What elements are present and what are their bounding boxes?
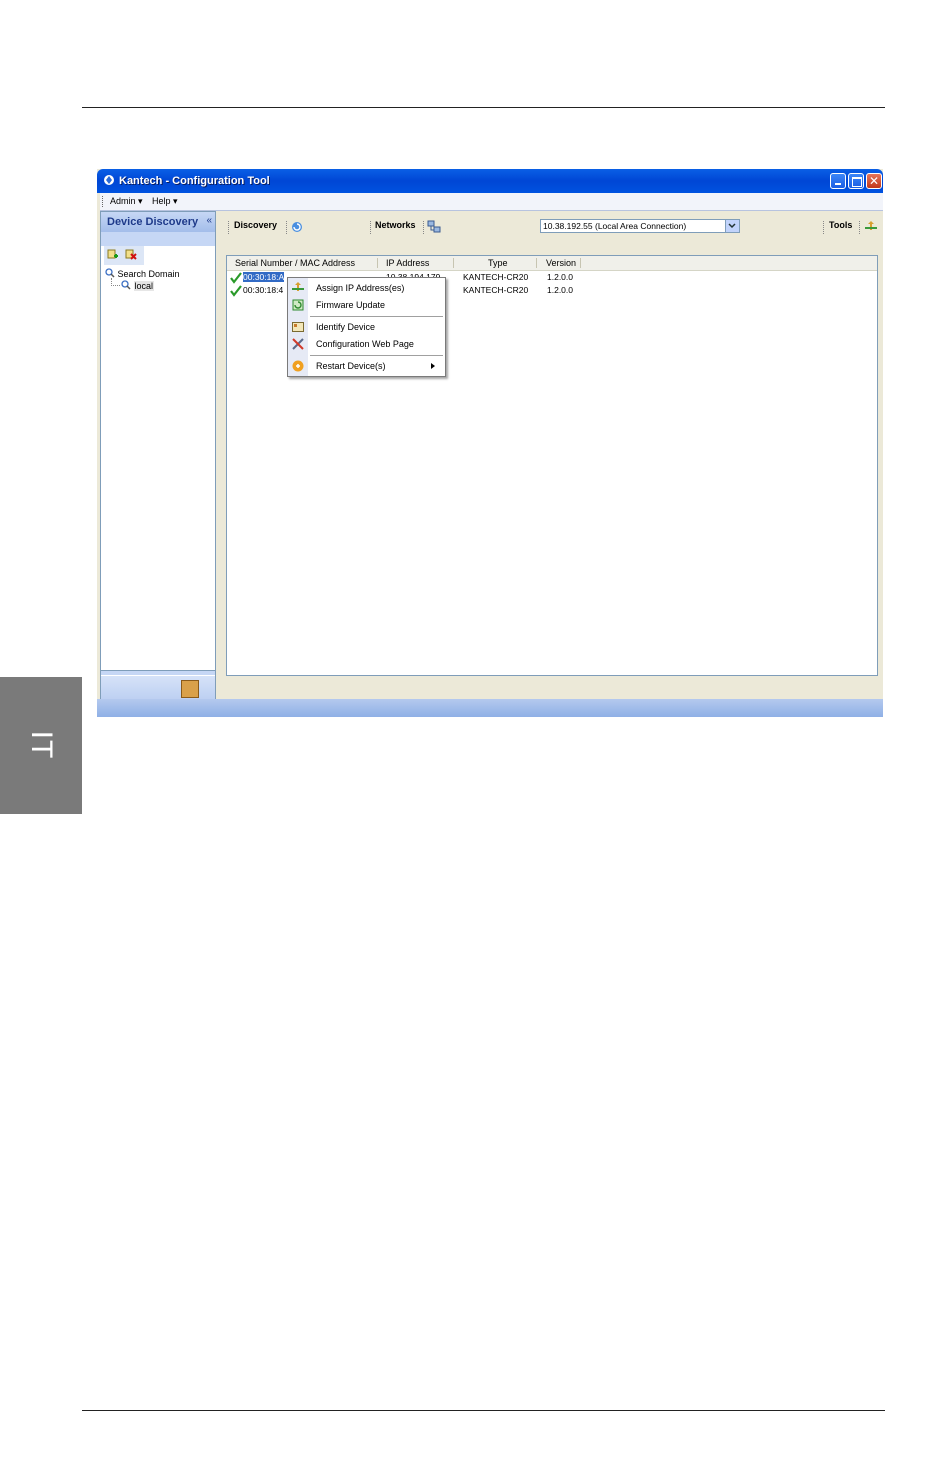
- restart-icon: [292, 360, 304, 372]
- context-item-configuration-web-page[interactable]: Configuration Web Page: [316, 339, 414, 349]
- cell-version: 1.2.0.0: [547, 272, 573, 282]
- network-select[interactable]: 10.38.192.55 (Local Area Connection): [540, 219, 740, 233]
- pane-toolbar: [104, 246, 144, 265]
- check-icon: [230, 272, 242, 284]
- assign-ip-icon: [292, 282, 304, 291]
- collapse-pane-icon[interactable]: «: [206, 215, 212, 226]
- minimize-button[interactable]: [830, 173, 846, 189]
- tree-connector: [111, 278, 120, 286]
- firmware-icon: [292, 299, 304, 311]
- cell-type: KANTECH-CR20: [463, 272, 529, 282]
- discovery-label: Discovery: [234, 220, 278, 230]
- identify-icon: [292, 322, 304, 332]
- chapter-side-tab: IT: [0, 677, 82, 814]
- column-divider[interactable]: [453, 258, 454, 268]
- search-icon: [105, 268, 115, 278]
- device-discovery-pane: Device Discovery « Search Domain local: [100, 211, 216, 716]
- menu-bar: Admin ▾ Help ▾: [100, 193, 883, 211]
- context-item-identify-device[interactable]: Identify Device: [316, 322, 375, 332]
- add-domain-icon[interactable]: [107, 249, 119, 261]
- window-title: Kantech - Configuration Tool: [119, 175, 270, 187]
- device-context-menu: Assign IP Address(es) Firmware Update Id…: [287, 277, 446, 377]
- pane-title: Device Discovery: [107, 216, 199, 228]
- close-button[interactable]: ✕: [866, 173, 882, 189]
- column-header-ip[interactable]: IP Address: [386, 258, 429, 268]
- column-divider[interactable]: [377, 258, 378, 268]
- chevron-down-icon[interactable]: [725, 220, 739, 232]
- refresh-icon[interactable]: [291, 221, 303, 233]
- tools-icon: [292, 338, 304, 350]
- title-bar[interactable]: Kantech - Configuration Tool ✕: [97, 169, 883, 193]
- cell-mac: 00:30:18:4: [243, 285, 284, 295]
- pane-header: Device Discovery «: [101, 212, 215, 232]
- remove-domain-icon[interactable]: [125, 249, 137, 261]
- context-item-restart-devices[interactable]: Restart Device(s): [316, 361, 386, 371]
- list-header: Serial Number / MAC Address IP Address T…: [227, 256, 877, 271]
- tree-item-local[interactable]: local: [121, 280, 155, 291]
- menu-grip: [102, 196, 105, 207]
- chevron-down-icon: ▾: [173, 196, 178, 206]
- context-menu-separator: [310, 316, 443, 317]
- cell-version: 1.2.0.0: [547, 285, 573, 295]
- kantech-app-icon: [104, 175, 114, 185]
- context-item-assign-ip[interactable]: Assign IP Address(es): [316, 283, 404, 293]
- menu-admin-label: Admin: [110, 196, 136, 206]
- chevron-down-icon: ▾: [138, 196, 143, 206]
- pane-splitter[interactable]: [101, 670, 215, 675]
- chapter-side-tab-label: IT: [25, 730, 58, 760]
- column-header-type[interactable]: Type: [488, 258, 508, 268]
- cell-mac: 00:30:18:A: [243, 272, 285, 282]
- bottom-rule: [82, 1410, 885, 1411]
- toolbar-separator: [823, 221, 825, 234]
- tree-item-label: Search Domain: [117, 269, 180, 279]
- app-window: Kantech - Configuration Tool ✕ Admin ▾ H…: [97, 169, 883, 717]
- toolbar-separator: [423, 221, 425, 234]
- column-header-mac[interactable]: Serial Number / MAC Address: [235, 258, 355, 268]
- submenu-arrow-icon: [431, 363, 435, 369]
- column-divider[interactable]: [536, 258, 537, 268]
- search-icon: [121, 280, 131, 290]
- menu-help[interactable]: Help ▾: [152, 196, 178, 207]
- column-divider[interactable]: [580, 258, 581, 268]
- menu-admin[interactable]: Admin ▾: [110, 196, 143, 207]
- maximize-button[interactable]: [848, 173, 864, 189]
- mini-map-icon[interactable]: [181, 680, 199, 698]
- assign-ip-icon[interactable]: [865, 221, 877, 233]
- context-item-firmware-update[interactable]: Firmware Update: [316, 300, 385, 310]
- column-header-version[interactable]: Version: [546, 258, 576, 268]
- toolbar-separator: [286, 221, 288, 234]
- menu-help-label: Help: [152, 196, 171, 206]
- toolbar-separator: [859, 221, 861, 234]
- context-menu-separator: [310, 355, 443, 356]
- network-select-value: 10.38.192.55 (Local Area Connection): [543, 221, 687, 231]
- top-rule: [82, 107, 885, 108]
- pane-subheader: [101, 232, 215, 246]
- tree-item-label: local: [133, 281, 155, 291]
- toolbar-grip: [228, 221, 230, 234]
- main-toolbar: Discovery Networks 10.38.192.55 (Local A…: [223, 216, 879, 238]
- network-icon: [427, 220, 441, 233]
- cell-type: KANTECH-CR20: [463, 285, 529, 295]
- status-bar: [97, 699, 883, 717]
- toolbar-separator: [370, 221, 372, 234]
- check-icon: [230, 285, 242, 297]
- tools-label: Tools: [829, 220, 853, 230]
- networks-label: Networks: [375, 220, 416, 230]
